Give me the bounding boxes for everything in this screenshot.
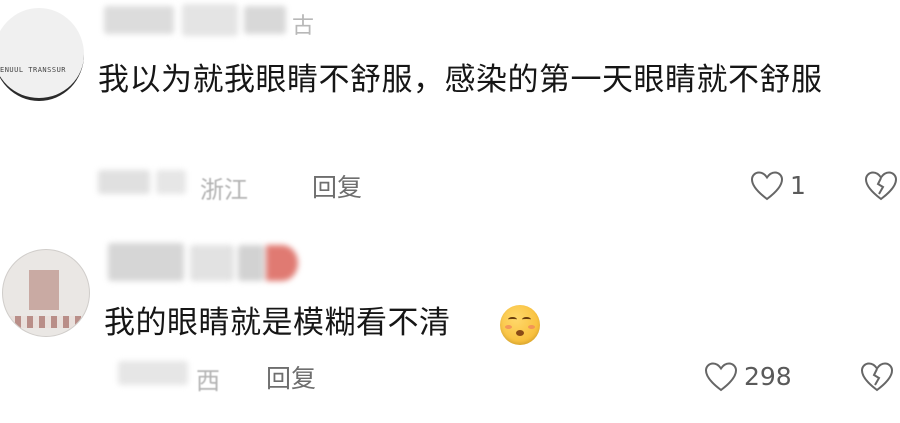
location-label: 浙江 bbox=[200, 176, 248, 204]
heart-outline-icon[interactable] bbox=[750, 170, 784, 202]
location-label: 西 bbox=[196, 367, 220, 395]
comment-item: 我的眼睛就是模糊看不清 西 回复 298 bbox=[0, 215, 900, 423]
comment-section: ENUUL TRANSSUR 古 我以为就我眼睛不舒服，感染的第一天眼睛就不舒服… bbox=[0, 0, 900, 423]
broken-heart-icon[interactable] bbox=[860, 361, 894, 393]
avatar-logo-text: ENUUL TRANSSUR bbox=[0, 66, 67, 74]
comment-item: ENUUL TRANSSUR 古 我以为就我眼睛不舒服，感染的第一天眼睛就不舒服… bbox=[0, 0, 900, 215]
like-count: 1 bbox=[790, 171, 806, 200]
reply-button[interactable]: 回复 bbox=[312, 168, 362, 204]
heart-outline-icon[interactable] bbox=[704, 361, 738, 393]
like-count: 298 bbox=[744, 362, 792, 391]
comment-text: 我以为就我眼睛不舒服，感染的第一天眼睛就不舒服 bbox=[98, 62, 823, 98]
dizzy-face-emoji bbox=[500, 305, 540, 345]
avatar[interactable]: ENUUL TRANSSUR bbox=[0, 8, 84, 101]
username-tail: 古 bbox=[292, 14, 315, 39]
avatar[interactable] bbox=[2, 249, 90, 337]
comment-text: 我的眼睛就是模糊看不清 bbox=[104, 305, 451, 341]
reply-button[interactable]: 回复 bbox=[266, 359, 316, 395]
broken-heart-icon[interactable] bbox=[864, 170, 898, 202]
